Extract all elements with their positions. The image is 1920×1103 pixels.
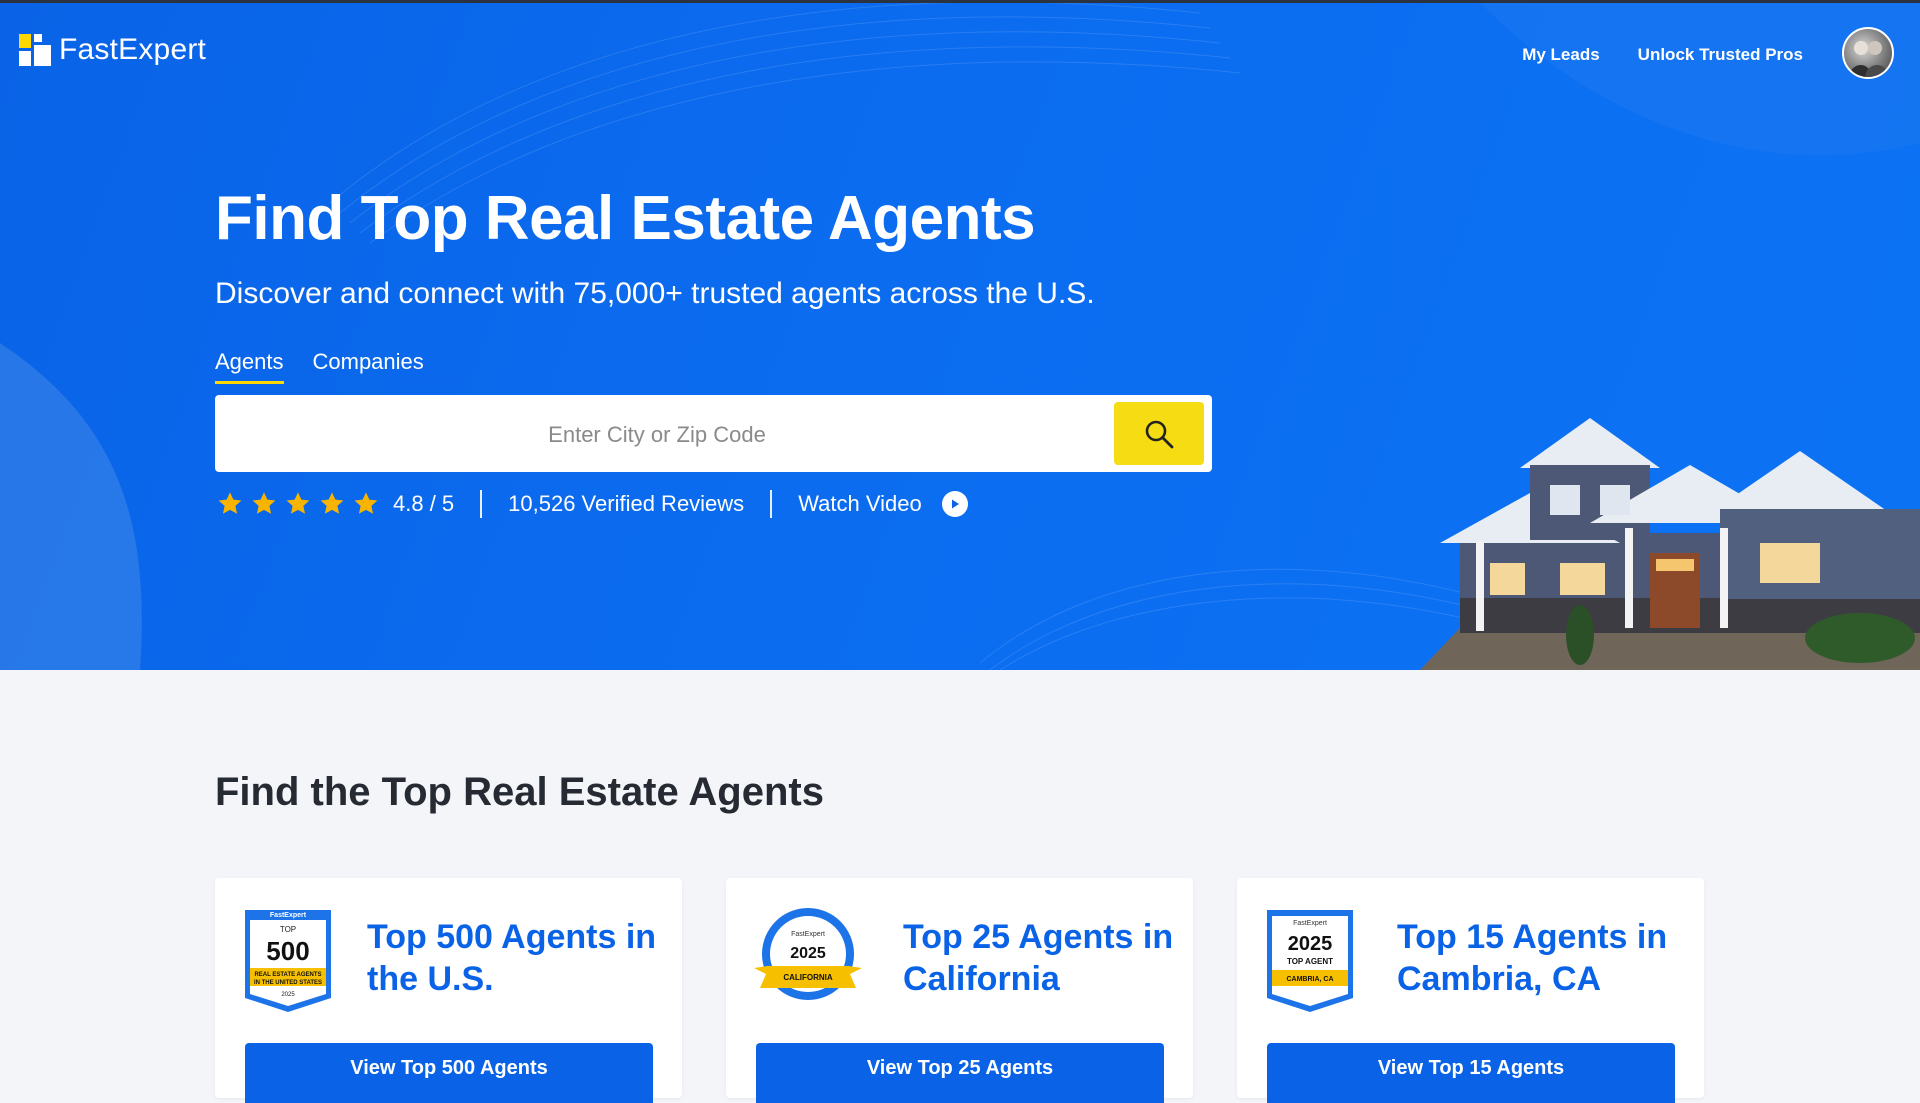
verified-reviews-count[interactable]: 10,526 Verified Reviews bbox=[508, 491, 744, 517]
star-rating bbox=[215, 490, 381, 518]
view-top-15-button[interactable]: View Top 15 Agents bbox=[1267, 1043, 1675, 1103]
hero-section: FastExpert My Leads Unlock Trusted Pros … bbox=[0, 3, 1920, 670]
hero-subtitle: Discover and connect with 75,000+ truste… bbox=[215, 277, 1095, 310]
card-top-15-cambria: FastExpert 2025 TOP AGENT CAMBRIA, CA To… bbox=[1237, 878, 1704, 1103]
fastexpert-logo-icon bbox=[19, 34, 51, 66]
card-title[interactable]: Top 25 Agents in California bbox=[903, 916, 1203, 1000]
hero-title: Find Top Real Estate Agents bbox=[215, 184, 1036, 253]
user-avatar[interactable] bbox=[1842, 27, 1894, 79]
search-button[interactable] bbox=[1114, 402, 1204, 465]
star-icon bbox=[354, 492, 378, 514]
svg-text:FastExpert: FastExpert bbox=[270, 912, 307, 919]
card-title[interactable]: Top 500 Agents in the U.S. bbox=[367, 916, 667, 1000]
svg-text:TOP AGENT: TOP AGENT bbox=[1287, 957, 1333, 966]
top-500-badge-icon: FastExpert TOP 500 REAL ESTATE AGENTS IN… bbox=[245, 910, 331, 1012]
svg-text:IN THE UNITED STATES: IN THE UNITED STATES bbox=[254, 980, 322, 986]
star-icon bbox=[218, 492, 242, 514]
nav-unlock-trusted-pros[interactable]: Unlock Trusted Pros bbox=[1638, 45, 1803, 65]
search-tabs: Agents Companies bbox=[215, 349, 424, 384]
brand-logo[interactable]: FastExpert bbox=[19, 33, 206, 67]
card-title[interactable]: Top 15 Agents in Cambria, CA bbox=[1397, 916, 1697, 1000]
view-top-25-button[interactable]: View Top 25 Agents bbox=[756, 1043, 1164, 1103]
svg-text:TOP: TOP bbox=[280, 925, 296, 934]
view-top-500-button[interactable]: View Top 500 Agents bbox=[245, 1043, 653, 1103]
rating-value: 4.8 / 5 bbox=[393, 491, 455, 516]
location-search-input[interactable] bbox=[215, 395, 1099, 474]
top-nav: My Leads Unlock Trusted Pros bbox=[1522, 45, 1803, 65]
svg-text:500: 500 bbox=[266, 936, 309, 966]
svg-text:2025: 2025 bbox=[281, 992, 295, 998]
svg-text:FastExpert: FastExpert bbox=[1293, 920, 1327, 927]
svg-text:FastExpert: FastExpert bbox=[791, 931, 825, 938]
top-25-california-badge-icon: FastExpert 2025 CALIFORNIA bbox=[754, 908, 862, 1000]
watch-video-link[interactable]: Watch Video bbox=[798, 491, 922, 517]
search-icon bbox=[1145, 420, 1174, 448]
svg-text:2025: 2025 bbox=[790, 945, 826, 962]
search-bar bbox=[215, 395, 1212, 474]
play-icon[interactable] bbox=[941, 491, 968, 517]
star-icon bbox=[252, 492, 276, 514]
divider bbox=[480, 490, 483, 518]
card-top-500: FastExpert TOP 500 REAL ESTATE AGENTS IN… bbox=[215, 878, 682, 1103]
star-icon bbox=[286, 492, 310, 514]
brand-name: FastExpert bbox=[59, 33, 207, 66]
svg-text:REAL ESTATE AGENTS: REAL ESTATE AGENTS bbox=[254, 972, 321, 978]
nav-my-leads[interactable]: My Leads bbox=[1522, 45, 1599, 65]
section-title: Find the Top Real Estate Agents bbox=[215, 770, 824, 814]
star-icon bbox=[320, 492, 344, 514]
svg-text:CALIFORNIA: CALIFORNIA bbox=[783, 973, 833, 982]
divider bbox=[770, 490, 773, 518]
top-15-cambria-badge-icon: FastExpert 2025 TOP AGENT CAMBRIA, CA bbox=[1267, 910, 1353, 1012]
card-top-25-california: FastExpert 2025 CALIFORNIA Top 25 Agents… bbox=[726, 878, 1193, 1103]
svg-text:2025: 2025 bbox=[1288, 933, 1333, 955]
house-illustration bbox=[1420, 418, 1920, 670]
tab-agents[interactable]: Agents bbox=[215, 349, 284, 384]
avatar-photo-icon bbox=[1849, 41, 1889, 77]
svg-text:CAMBRIA, CA: CAMBRIA, CA bbox=[1286, 976, 1333, 983]
rating-bar: 4.8 / 5 10,526 Verified Reviews Watch Vi… bbox=[215, 490, 968, 518]
tab-companies[interactable]: Companies bbox=[313, 349, 424, 384]
